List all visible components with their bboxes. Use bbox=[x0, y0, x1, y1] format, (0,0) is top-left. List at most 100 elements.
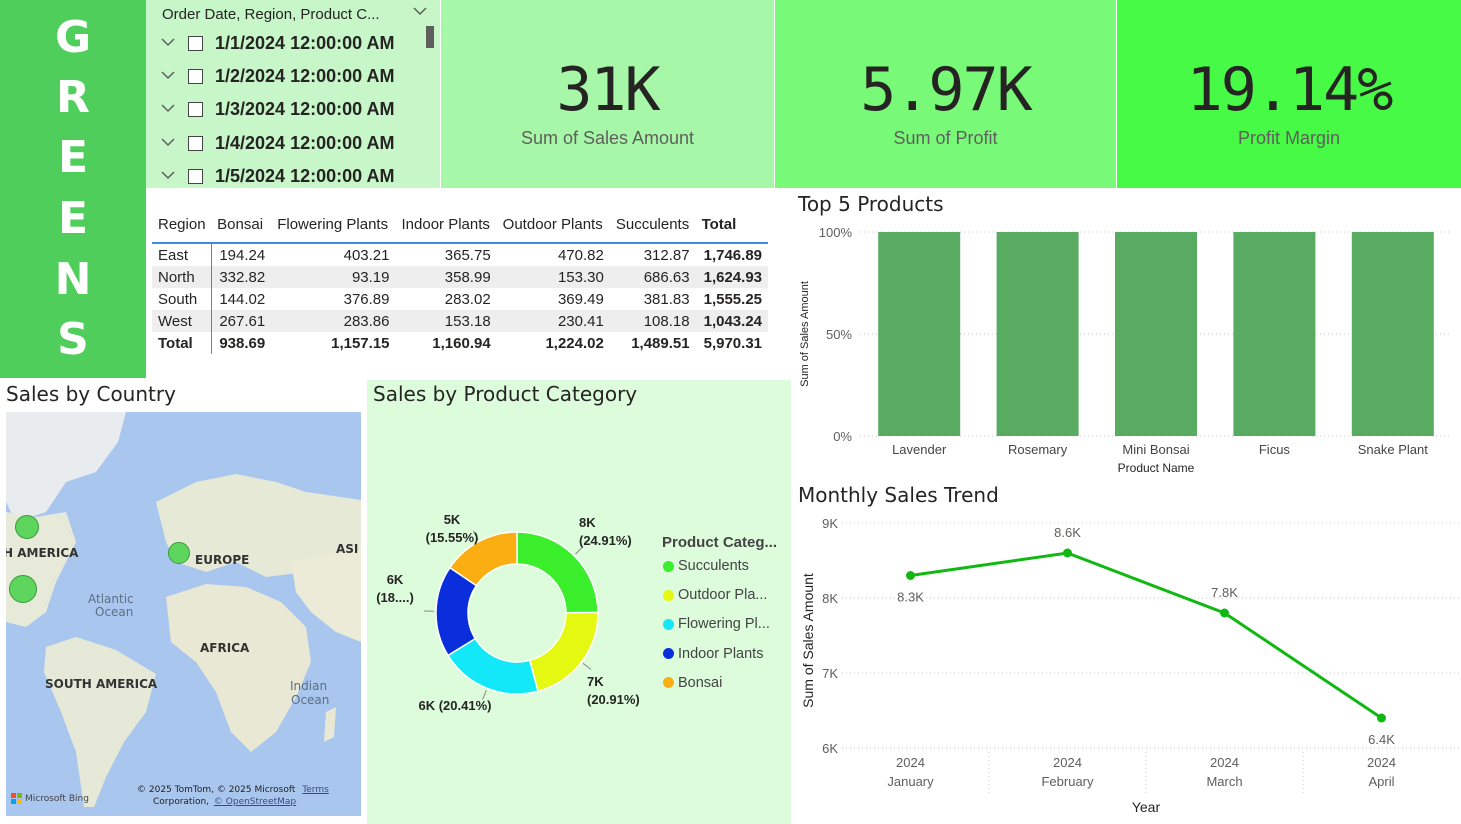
table-cell: 194.24 bbox=[219, 246, 266, 264]
legend-swatch bbox=[663, 589, 674, 601]
map-label-asia: ASI bbox=[336, 542, 359, 556]
legend-item[interactable]: Indoor Plants bbox=[663, 646, 763, 662]
legend-item[interactable]: Outdoor Pla... bbox=[663, 587, 767, 603]
map-corporation-text: Corporation, bbox=[153, 797, 210, 807]
data-point[interactable] bbox=[1220, 608, 1229, 618]
leader-line bbox=[582, 662, 592, 670]
openstreetmap-link[interactable]: © OpenStreetMap bbox=[214, 797, 296, 807]
column-header[interactable]: Region bbox=[152, 206, 211, 243]
kpi-card-sales[interactable]: 31K Sum of Sales Amount bbox=[441, 0, 774, 188]
column-header[interactable]: Flowering Plants bbox=[271, 206, 395, 243]
slicer-item[interactable]: 1/2/2024 12:00:00 AM bbox=[160, 61, 394, 91]
chevron-down-icon[interactable] bbox=[160, 136, 178, 151]
slicer-checkbox[interactable] bbox=[188, 168, 203, 184]
data-label-percent: (24.91%) bbox=[579, 533, 632, 548]
data-point[interactable] bbox=[906, 571, 915, 580]
column-header[interactable]: Total bbox=[696, 206, 768, 243]
map-label-atlantic-ocean: Ocean bbox=[95, 605, 134, 619]
legend-item[interactable]: Flowering Pl... bbox=[663, 616, 770, 632]
map-bubble[interactable] bbox=[15, 515, 39, 539]
series-line[interactable] bbox=[910, 551, 1383, 720]
table-cell: 283.86 bbox=[343, 312, 390, 330]
bar[interactable] bbox=[878, 232, 961, 436]
y-tick-label: 8K bbox=[822, 591, 838, 606]
table-cell: 381.83 bbox=[643, 290, 690, 308]
map-bubble[interactable] bbox=[168, 542, 190, 564]
row-total: 5,970.31 bbox=[703, 334, 762, 352]
data-label: 8.6K bbox=[1054, 525, 1081, 540]
table-cell: 470.82 bbox=[557, 246, 604, 264]
bar[interactable] bbox=[1233, 232, 1316, 436]
x-tick-label: February bbox=[1041, 774, 1094, 789]
table-cell: 283.02 bbox=[444, 290, 491, 308]
kpi-card-profit[interactable]: 5.97K Sum of Profit bbox=[775, 0, 1116, 188]
slicer-item[interactable]: 1/5/2024 12:00:00 AM bbox=[160, 161, 394, 188]
column-header[interactable]: Outdoor Plants bbox=[497, 206, 610, 243]
slicer-scrollbar[interactable] bbox=[426, 26, 434, 48]
slicer-checkbox[interactable] bbox=[188, 35, 203, 51]
microsoft-logo-icon bbox=[11, 793, 22, 804]
table-row[interactable]: South 144.02 376.89 283.02 369.49 381.83… bbox=[152, 288, 768, 310]
chevron-down-icon[interactable] bbox=[412, 4, 428, 20]
x-tick-label: Snake Plant bbox=[1358, 442, 1428, 457]
chevron-down-icon[interactable] bbox=[160, 69, 178, 84]
table-cell: 369.49 bbox=[557, 290, 604, 308]
logo-letter: G bbox=[54, 12, 92, 63]
donut-title: Sales by Product Category bbox=[373, 382, 638, 406]
total-row[interactable]: Total 938.69 1,157.15 1,160.94 1,224.02 … bbox=[152, 332, 768, 354]
kpi-card-margin[interactable]: 19.14% Profit Margin bbox=[1117, 0, 1461, 188]
column-header[interactable]: Indoor Plants bbox=[396, 206, 497, 243]
data-label-percent: (15.55%) bbox=[426, 530, 479, 545]
table-row[interactable]: West 267.61 283.86 153.18 230.41 108.18 … bbox=[152, 310, 768, 332]
bar[interactable] bbox=[1115, 232, 1197, 436]
data-label: 8K bbox=[579, 515, 596, 530]
matrix-header-row: Region Bonsai Flowering Plants Indoor Pl… bbox=[152, 206, 768, 243]
bar[interactable] bbox=[996, 232, 1079, 436]
map-bubble[interactable] bbox=[9, 575, 37, 603]
slicer-checkbox[interactable] bbox=[188, 68, 203, 84]
slicer-item[interactable]: 1/3/2024 12:00:00 AM bbox=[160, 94, 394, 124]
table-row[interactable]: North 332.82 93.19 358.99 153.30 686.63 … bbox=[152, 266, 768, 288]
bar[interactable] bbox=[1351, 232, 1434, 436]
top-products-chart[interactable]: 0% 50% 100% Lavender Rosemary Mini Bonsai Ficu… bbox=[792, 218, 1461, 482]
table-cell: 230.41 bbox=[557, 312, 604, 330]
monthly-trend-title: Monthly Sales Trend bbox=[798, 483, 999, 507]
slicer-item[interactable]: 1/4/2024 12:00:00 AM bbox=[160, 128, 394, 158]
x-tick-label: March bbox=[1206, 774, 1242, 789]
row-header: West bbox=[152, 310, 212, 332]
y-tick-label: 9K bbox=[822, 516, 838, 531]
terms-link[interactable]: Terms bbox=[302, 785, 329, 795]
legend-swatch bbox=[663, 677, 674, 689]
kpi-caption: Profit Margin bbox=[1237, 128, 1341, 148]
kpi-caption: Sum of Sales Amount bbox=[520, 128, 695, 148]
monthly-trend-chart[interactable]: 6K 7K 8K 9K 8.3K 2024 January 8.6K 2024 February 7… bbox=[792, 508, 1461, 822]
x-tick-label: Lavender bbox=[892, 442, 947, 457]
slicer-checkbox[interactable] bbox=[188, 101, 203, 117]
data-point[interactable] bbox=[1377, 713, 1386, 723]
legend-item[interactable]: Succulents bbox=[663, 558, 749, 574]
column-header[interactable]: Bonsai bbox=[211, 206, 271, 243]
map-attribution: © 2025 TomTom, © 2025 Microsoft Terms bbox=[137, 785, 329, 795]
table-cell: 312.87 bbox=[643, 246, 690, 264]
region-category-matrix[interactable]: Region Bonsai Flowering Plants Indoor Pl… bbox=[152, 206, 768, 354]
data-point[interactable] bbox=[1063, 548, 1072, 558]
slicer-checkbox[interactable] bbox=[188, 135, 203, 151]
table-row[interactable]: East 194.24 403.21 365.75 470.82 312.87 … bbox=[152, 243, 768, 266]
slicer-header[interactable]: Order Date, Region, Product C... bbox=[162, 6, 380, 23]
legend-item[interactable]: Bonsai bbox=[663, 675, 722, 691]
product-category-donut[interactable]: 8K (24.91%) 7K (20.91%) 6K (20.41%) 6K (18....… bbox=[367, 500, 657, 720]
chevron-down-icon[interactable] bbox=[160, 36, 178, 51]
chevron-down-icon[interactable] bbox=[160, 169, 178, 184]
legend-label: Flowering Pl... bbox=[678, 616, 770, 633]
table-cell: 1,160.94 bbox=[432, 334, 491, 352]
legend-label: Outdoor Pla... bbox=[678, 587, 768, 604]
order-date-slicer[interactable]: Order Date, Region, Product C... 1/1/202… bbox=[146, 0, 440, 188]
chevron-down-icon[interactable] bbox=[160, 102, 178, 117]
sales-map[interactable]: H AMERICA EUROPE ASI Atlantic Ocean AFRI… bbox=[6, 412, 361, 816]
slicer-item-label: 1/5/2024 12:00:00 AM bbox=[215, 165, 395, 186]
logo-letter: E bbox=[57, 132, 89, 183]
slicer-item[interactable]: 1/1/2024 12:00:00 AM bbox=[160, 28, 394, 58]
logo-letter: S bbox=[57, 314, 89, 365]
column-header[interactable]: Succulents bbox=[610, 206, 696, 243]
data-label: 7K bbox=[587, 674, 604, 689]
